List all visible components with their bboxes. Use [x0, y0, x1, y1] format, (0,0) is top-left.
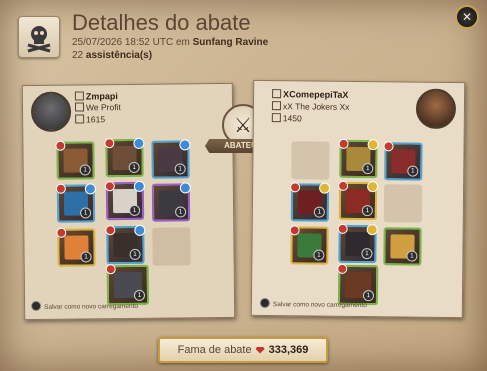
assists-label: assistência(s) [85, 50, 153, 61]
fame-value: 333,369 [268, 344, 309, 356]
assists-count: 22 [72, 50, 84, 61]
victim-avatar[interactable] [415, 88, 457, 130]
crown-icon [272, 89, 282, 99]
save-icon [31, 300, 42, 312]
save-loadout-button[interactable]: Salvar como novo carregamento [259, 297, 367, 309]
killer-avatar[interactable] [30, 91, 72, 133]
victim-item-power: 1450 [271, 113, 302, 123]
victim-panel: XComepepiTaX xX The Jokers Xx 1450 1 1 1… [250, 79, 466, 319]
kill-details-window: Detalhes do abate 25/07/2026 18:52 UTC e… [0, 0, 487, 371]
equipment-slot-cape[interactable]: 1 [383, 141, 423, 181]
kill-timestamp: 25/07/2026 18:52 UTC em Sunfang Ravine [72, 37, 268, 48]
equipment-slot-potion[interactable]: 1 [289, 225, 329, 265]
blood-gem-icon [255, 346, 265, 354]
item-power-icon [271, 113, 281, 123]
kill-location: Sunfang Ravine [192, 37, 269, 48]
close-icon: ✕ [461, 10, 473, 24]
equipment-slot-shoes[interactable]: 1 [105, 224, 146, 265]
kill-fame-bar: Fama de abate 333,369 [158, 337, 328, 363]
guild-icon [271, 101, 282, 111]
equipment-slot-offhand[interactable]: 1 [151, 182, 191, 222]
save-loadout-button[interactable]: Salvar como novo carregamento [31, 300, 138, 312]
equipment-slot-offhand-empty [383, 184, 423, 223]
equipment-slot-potion[interactable]: 1 [56, 227, 96, 267]
killer-name[interactable]: Zmpapi [74, 91, 118, 101]
equipment-slot-food-empty [152, 227, 191, 266]
equipment-slot-cape[interactable]: 1 [151, 139, 191, 179]
page-title: Detalhes do abate [72, 10, 251, 35]
equipment-slot-shoes[interactable]: 1 [337, 223, 378, 264]
fame-label: Fama de abate [177, 344, 252, 356]
equipment-slot-head[interactable]: 1 [104, 137, 145, 178]
assists-info: 22 assistência(s) [72, 50, 152, 61]
close-button[interactable]: ✕ [455, 5, 479, 29]
victim-guild[interactable]: xX The Jokers Xx [271, 101, 349, 112]
victim-name[interactable]: XComepepiTaX [272, 89, 349, 100]
killer-guild[interactable]: We Profit [74, 102, 121, 112]
equipment-slot-armor[interactable]: 1 [104, 180, 145, 221]
killer-item-power: 1615 [75, 114, 105, 124]
equipment-slot-food[interactable]: 1 [383, 227, 422, 266]
skull-icon [18, 16, 60, 58]
equipment-slot-bag[interactable]: 1 [55, 140, 95, 180]
equipment-slot-mainhand[interactable]: 1 [55, 183, 96, 223]
killer-panel: Zmpapi We Profit 1615 1 1 1 1 1 1 1 1 1 … [21, 82, 236, 321]
item-power-icon [75, 114, 85, 124]
equipment-slot-armor[interactable]: 1 [338, 180, 379, 221]
timestamp-text: 25/07/2026 18:52 UTC em [72, 37, 190, 48]
crown-icon [74, 91, 84, 101]
equipment-slot-mainhand[interactable]: 1 [290, 182, 331, 222]
guild-icon [74, 102, 85, 112]
save-icon [259, 297, 270, 309]
equipment-slot-head[interactable]: 1 [338, 138, 379, 179]
equipment-slot-bag-empty [291, 141, 330, 180]
